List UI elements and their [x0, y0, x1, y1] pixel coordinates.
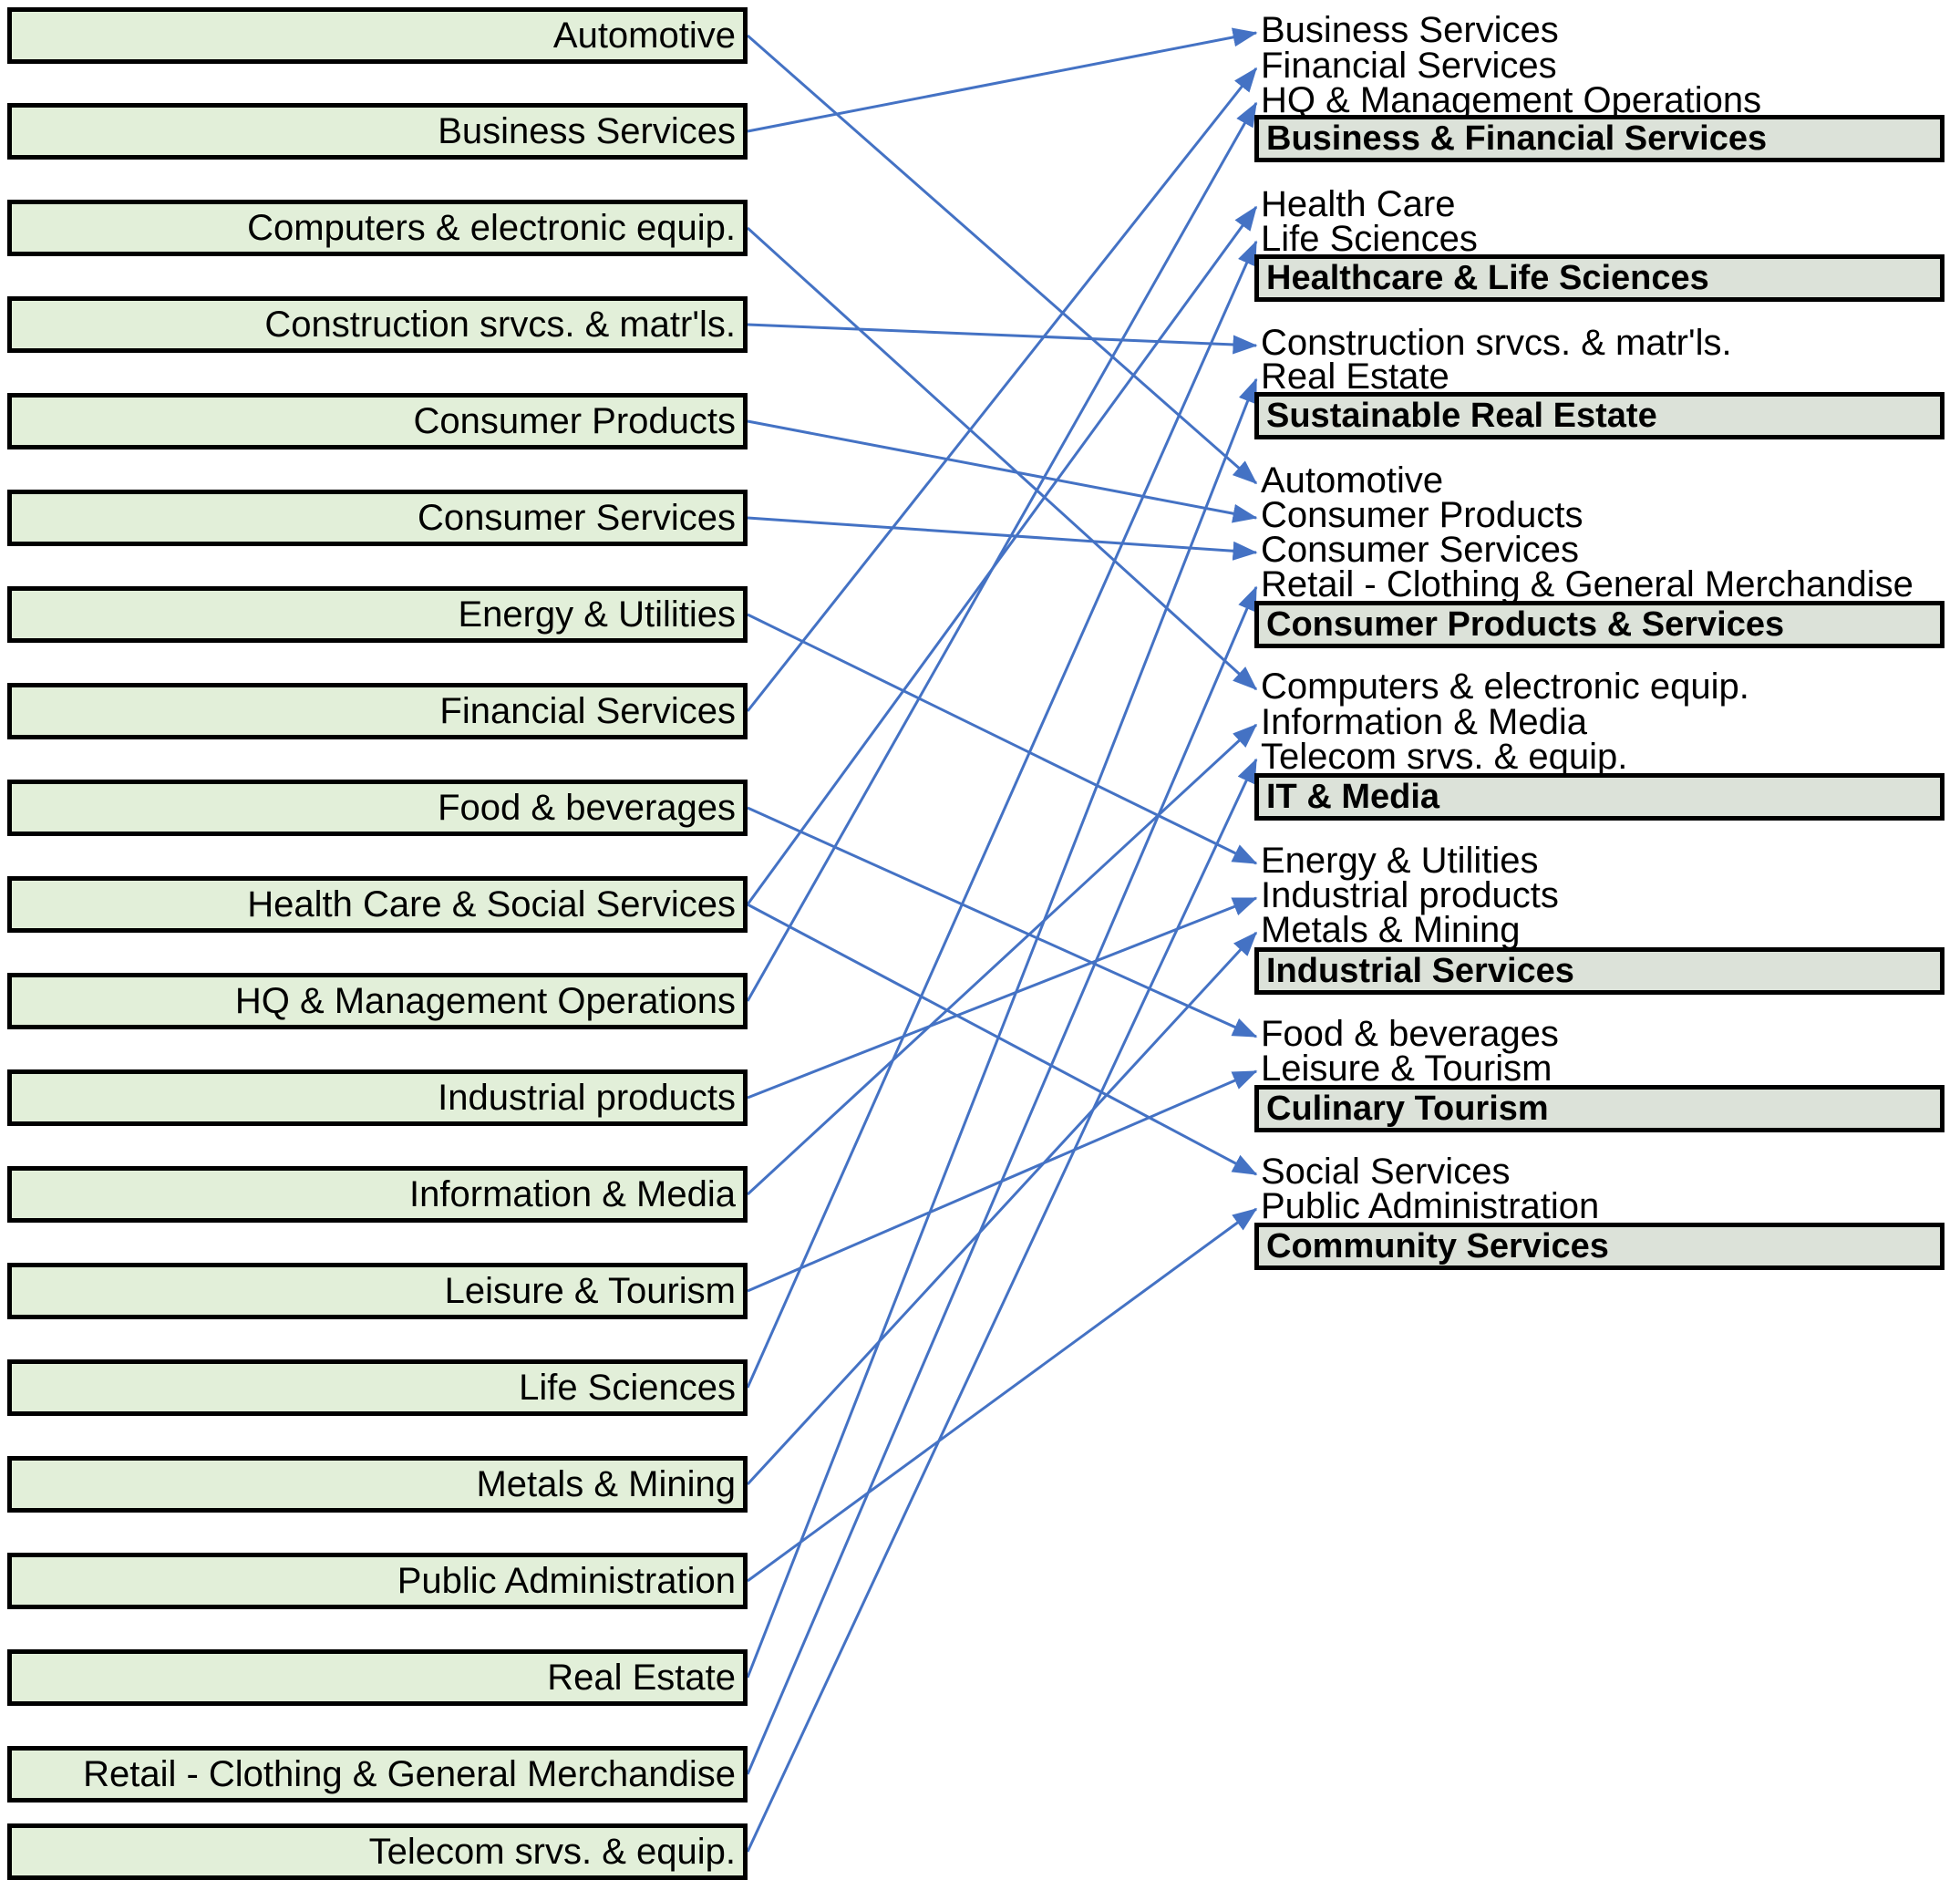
source-box-info_media[interactable]: Information & Media — [7, 1166, 748, 1223]
connector-public-to-public — [747, 1207, 1258, 1583]
source-box-telecom[interactable]: Telecom srvs. & equip. — [7, 1823, 748, 1880]
connector-telecom-to-telecom — [746, 758, 1258, 1853]
target-label-computers[interactable]: Computers & electronic equip. — [1261, 668, 1749, 705]
source-box-label: Automotive — [552, 15, 736, 56]
connector-real_estate-to-real_estate — [746, 377, 1258, 1679]
group-box-label: Sustainable Real Estate — [1266, 397, 1657, 435]
source-box-label: Health Care & Social Services — [247, 884, 736, 925]
target-label-info_media[interactable]: Information & Media — [1261, 704, 1587, 740]
group-box-label: Consumer Products & Services — [1266, 605, 1785, 644]
source-box-metals[interactable]: Metals & Mining — [7, 1456, 748, 1513]
target-label-real_estate[interactable]: Real Estate — [1261, 358, 1449, 395]
source-box-label: Real Estate — [547, 1658, 736, 1698]
target-label-hq[interactable]: HQ & Management Operations — [1261, 82, 1761, 119]
target-label-public[interactable]: Public Administration — [1261, 1188, 1599, 1224]
source-box-label: Construction srvcs. & matr'ls. — [264, 305, 736, 345]
target-label-industrial[interactable]: Industrial products — [1261, 877, 1559, 914]
source-box-label: Business Services — [438, 111, 736, 151]
source-box-label: Financial Services — [439, 691, 736, 731]
group-box-label: Healthcare & Life Sciences — [1266, 259, 1709, 297]
source-box-label: Industrial products — [438, 1078, 736, 1118]
source-box-computers[interactable]: Computers & electronic equip. — [7, 200, 748, 256]
connector-metals-to-metals — [746, 931, 1258, 1486]
connector-financial-to-financial — [746, 67, 1258, 712]
connector-cons_prod-to-cons_prod — [747, 419, 1258, 523]
source-box-label: Information & Media — [409, 1174, 736, 1214]
source-box-public[interactable]: Public Administration — [7, 1553, 748, 1609]
source-box-food[interactable]: Food & beverages — [7, 780, 748, 836]
group-box-healthcare_life[interactable]: Healthcare & Life Sciences — [1254, 254, 1945, 302]
connector-info_media-to-info_media — [746, 723, 1258, 1196]
source-box-construction[interactable]: Construction srvcs. & matr'ls. — [7, 296, 748, 353]
target-label-metals[interactable]: Metals & Mining — [1261, 912, 1521, 948]
connector-retail-to-retail — [746, 585, 1258, 1775]
source-box-label: Consumer Products — [413, 401, 736, 441]
group-box-industrial[interactable]: Industrial Services — [1254, 947, 1945, 995]
group-box-label: Culinary Tourism — [1266, 1090, 1549, 1128]
target-label-health[interactable]: Health Care — [1261, 186, 1455, 222]
source-box-label: Public Administration — [397, 1561, 736, 1601]
connector-construction-to-construction — [747, 323, 1258, 355]
connector-industrial-to-industrial — [747, 896, 1258, 1100]
source-box-label: Leisure & Tourism — [444, 1271, 736, 1311]
source-box-leisure[interactable]: Leisure & Tourism — [7, 1263, 748, 1319]
source-box-hq[interactable]: HQ & Management Operations — [7, 973, 748, 1029]
target-label-telecom[interactable]: Telecom srvs. & equip. — [1261, 739, 1627, 775]
connector-health_soc-to-health — [746, 205, 1258, 905]
source-box-label: Food & beverages — [438, 788, 736, 828]
source-box-business[interactable]: Business Services — [7, 103, 748, 160]
source-box-automotive[interactable]: Automotive — [7, 7, 748, 64]
group-box-culinary[interactable]: Culinary Tourism — [1254, 1085, 1945, 1132]
source-box-label: Computers & electronic equip. — [247, 208, 736, 248]
target-label-retail[interactable]: Retail - Clothing & General Merchandise — [1261, 566, 1914, 603]
target-label-leisure[interactable]: Leisure & Tourism — [1261, 1050, 1552, 1087]
source-box-cons_serv[interactable]: Consumer Services — [7, 490, 748, 546]
source-box-label: Energy & Utilities — [458, 594, 736, 635]
source-box-energy[interactable]: Energy & Utilities — [7, 586, 748, 643]
connector-computers-to-computers — [746, 226, 1258, 691]
source-box-health_soc[interactable]: Health Care & Social Services — [7, 876, 748, 933]
connector-business-to-business — [747, 27, 1258, 133]
group-box-sustainable_re[interactable]: Sustainable Real Estate — [1254, 392, 1945, 439]
group-box-label: IT & Media — [1266, 778, 1440, 816]
group-box-business_financial[interactable]: Business & Financial Services — [1254, 115, 1945, 162]
source-box-label: Metals & Mining — [476, 1464, 736, 1504]
group-box-label: Community Services — [1266, 1227, 1609, 1265]
connector-hq-to-hq — [746, 101, 1258, 1002]
connector-leisure-to-leisure — [747, 1069, 1258, 1293]
source-box-label: Consumer Services — [417, 498, 736, 538]
mapping-diagram: Automotive Business Services Computers & e… — [0, 0, 1960, 1880]
group-box-label: Industrial Services — [1266, 952, 1574, 990]
source-box-label: Retail - Clothing & General Merchandise — [83, 1754, 736, 1794]
connector-automotive-to-automotive — [747, 34, 1258, 485]
connector-food-to-food — [747, 806, 1258, 1038]
target-label-financial[interactable]: Financial Services — [1261, 47, 1557, 84]
source-box-cons_prod[interactable]: Consumer Products — [7, 393, 748, 449]
target-label-construction[interactable]: Construction srvcs. & matr'ls. — [1261, 325, 1732, 361]
target-label-cons_serv[interactable]: Consumer Services — [1261, 532, 1579, 568]
connector-energy-to-energy — [747, 613, 1258, 865]
target-label-life[interactable]: Life Sciences — [1261, 221, 1478, 257]
source-box-industrial[interactable]: Industrial products — [7, 1069, 748, 1126]
group-box-label: Business & Financial Services — [1266, 119, 1768, 158]
group-box-community[interactable]: Community Services — [1254, 1223, 1945, 1270]
source-box-retail[interactable]: Retail - Clothing & General Merchandise — [7, 1746, 748, 1803]
source-box-label: Telecom srvs. & equip. — [368, 1832, 736, 1872]
connector-health_soc-to-social — [747, 903, 1258, 1176]
connector-cons_serv-to-cons_serv — [747, 516, 1258, 561]
target-label-business[interactable]: Business Services — [1261, 12, 1559, 48]
target-label-energy[interactable]: Energy & Utilities — [1261, 842, 1539, 879]
connector-life-to-life — [746, 240, 1258, 1389]
source-box-label: Life Sciences — [519, 1368, 736, 1408]
target-label-automotive[interactable]: Automotive — [1261, 462, 1443, 499]
group-box-consumer[interactable]: Consumer Products & Services — [1254, 601, 1945, 648]
source-box-label: HQ & Management Operations — [234, 981, 736, 1021]
target-label-food[interactable]: Food & beverages — [1261, 1016, 1559, 1052]
target-label-social[interactable]: Social Services — [1261, 1153, 1510, 1190]
source-box-real_estate[interactable]: Real Estate — [7, 1649, 748, 1706]
group-box-it_media[interactable]: IT & Media — [1254, 773, 1945, 821]
source-box-financial[interactable]: Financial Services — [7, 683, 748, 739]
target-label-cons_prod[interactable]: Consumer Products — [1261, 497, 1583, 533]
source-box-life[interactable]: Life Sciences — [7, 1359, 748, 1416]
